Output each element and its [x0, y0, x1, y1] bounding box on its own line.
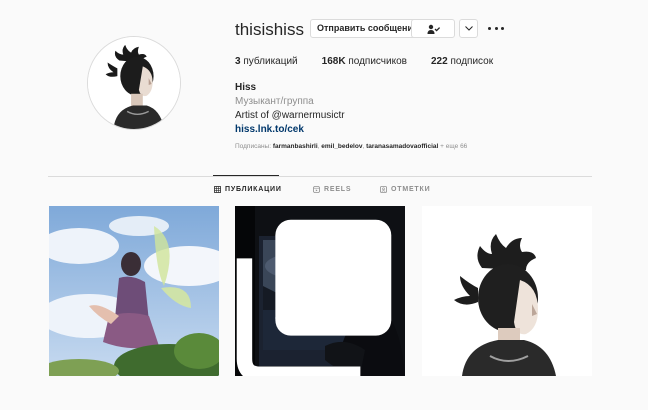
profile-bio: Hiss Музыкант/группа Artist of @warnermu…	[235, 81, 345, 137]
followed-by-more[interactable]: + еще 66	[440, 143, 467, 150]
send-message-button[interactable]: Отправить сообщение	[310, 19, 425, 38]
tab-posts-label: ПУБЛИКАЦИИ	[225, 186, 282, 193]
tab-tagged-label: ОТМЕТКИ	[391, 186, 431, 193]
more-horizontal-icon	[488, 26, 491, 30]
avatar[interactable]	[87, 36, 181, 130]
followed-by-user[interactable]: emil_bedelov	[321, 143, 362, 150]
following-stat[interactable]: 222 подписок	[431, 56, 493, 67]
followers-label: подписчиков	[348, 56, 407, 67]
bio-name: Hiss	[235, 82, 257, 93]
followed-by[interactable]: Подписаны: farmanbashirli, emil_bedelov,…	[235, 143, 467, 150]
profile-photo	[88, 37, 180, 129]
tab-reels-label: REELS	[324, 186, 352, 193]
carousel-icon	[236, 219, 392, 376]
chevron-down-icon	[464, 26, 473, 31]
more-dot	[501, 26, 504, 30]
bio-text: Artist of @warnermusictr	[235, 110, 345, 121]
following-button[interactable]	[411, 19, 455, 38]
post-thumbnail[interactable]	[49, 206, 219, 376]
followers-stat[interactable]: 168K подписчиков	[322, 56, 407, 67]
tabs-divider	[48, 176, 592, 177]
fairy-photo	[49, 206, 219, 376]
active-tab-indicator	[213, 175, 279, 176]
tagged-icon	[380, 186, 387, 193]
followed-by-prefix: Подписаны:	[235, 143, 272, 150]
followed-by-user[interactable]: farmanbashirli	[273, 143, 318, 150]
tab-posts[interactable]: ПУБЛИКАЦИИ	[214, 186, 282, 193]
following-label: подписок	[450, 56, 494, 67]
bio-category: Музыкант/группа	[235, 96, 314, 107]
grid-icon	[214, 186, 221, 193]
person-check-icon	[427, 24, 440, 34]
tab-reels[interactable]: REELS	[313, 186, 351, 193]
more-dot	[494, 26, 498, 30]
posts-stat: 3 публикаций	[235, 56, 298, 67]
reels-icon	[313, 186, 320, 193]
post-thumbnail[interactable]	[422, 206, 592, 376]
posts-count: 3	[235, 56, 241, 67]
tab-tagged[interactable]: ОТМЕТКИ	[380, 186, 430, 193]
profile-username: thisishiss	[235, 20, 304, 39]
post-thumbnail[interactable]	[235, 206, 405, 376]
posts-label: публикаций	[243, 56, 298, 67]
bio-link[interactable]: hiss.lnk.to/cek	[235, 123, 345, 137]
more-options-button[interactable]	[488, 21, 504, 35]
followed-by-user[interactable]: taranasamadovaofficial	[366, 143, 438, 150]
followers-count: 168K	[321, 56, 346, 67]
profile-tabs: ПУБЛИКАЦИИ REELS ОТМЕТКИ	[0, 186, 648, 198]
suggestions-dropdown-button[interactable]	[459, 19, 478, 38]
following-count: 222	[430, 56, 448, 67]
portrait-photo	[422, 206, 592, 376]
profile-stats: 3 публикаций 168K подписчиков 222 подпис…	[235, 56, 517, 67]
